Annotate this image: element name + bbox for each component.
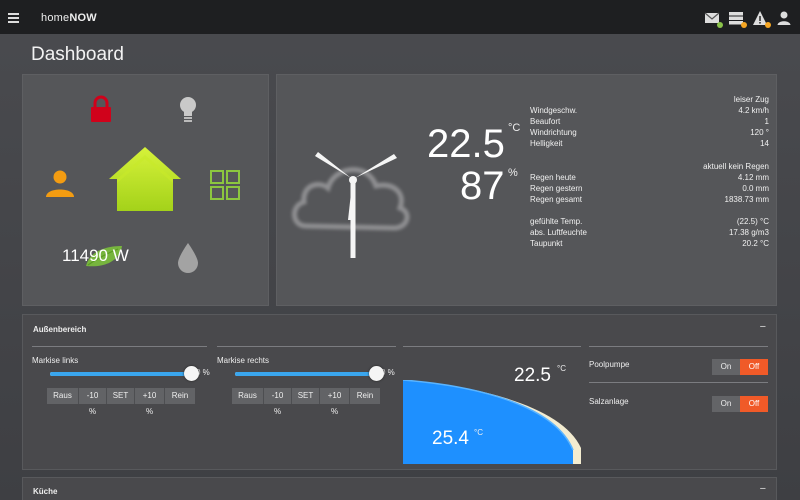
divider: [589, 346, 768, 347]
divider: [589, 382, 768, 383]
awning-left-buttons: Raus -10 % SET +10 % Rein: [47, 388, 195, 416]
divider: [403, 346, 581, 347]
current-humidity: 87: [460, 164, 505, 208]
weather-label: Regen gesamt: [530, 195, 583, 204]
weather-value: 20.2 °C: [742, 239, 769, 248]
user-icon[interactable]: [776, 10, 792, 26]
awning-plus-button[interactable]: +10 %: [135, 388, 165, 416]
pool-pump-switch[interactable]: On Off: [712, 359, 768, 375]
weather-label: Regen heute: [530, 173, 576, 182]
menu-icon[interactable]: [8, 13, 19, 23]
current-temperature: 22.5: [427, 122, 505, 166]
top-bar: homeNOW: [0, 0, 800, 34]
slider-fill: [235, 372, 378, 376]
awning-left-label: Markise links: [32, 356, 79, 365]
humidity-unit: %: [508, 167, 518, 179]
server-badge: [741, 22, 747, 28]
slider-thumb[interactable]: [184, 366, 199, 381]
section-title: Küche: [33, 487, 58, 496]
wind-turbine-icon: [292, 152, 410, 258]
awning-in-button[interactable]: Rein: [350, 388, 380, 404]
bulb-icon[interactable]: [178, 95, 198, 125]
power-value: 11490 W: [62, 246, 129, 265]
weather-value: 4.12 mm: [737, 173, 769, 182]
divider: [32, 346, 207, 347]
weather-value: 14: [760, 139, 769, 148]
section-title: Außenbereich: [33, 325, 87, 334]
collapse-toggle[interactable]: −: [760, 321, 766, 333]
pool-graphic: [403, 380, 581, 464]
awning-minus-button[interactable]: -10 %: [79, 388, 107, 416]
pool-air-temperature: 22.5: [514, 365, 551, 386]
slider-fill: [50, 372, 193, 376]
temperature-unit: °C: [508, 122, 521, 134]
awning-in-button[interactable]: Rein: [165, 388, 195, 404]
weather-value: 1838.73 mm: [724, 195, 769, 204]
awning-out-button[interactable]: Raus: [47, 388, 79, 404]
awning-out-button[interactable]: Raus: [232, 388, 264, 404]
switch-off[interactable]: Off: [740, 359, 768, 375]
slider-thumb[interactable]: [369, 366, 384, 381]
awning-right-buttons: Raus -10 % SET +10 % Rein: [232, 388, 380, 416]
server-icon[interactable]: [728, 10, 747, 28]
weather-label: Regen gestern: [530, 184, 583, 193]
weather-value: 0.0 mm: [742, 184, 769, 193]
brand-suffix: NOW: [69, 12, 97, 24]
weather-value: 4.2 km/h: [738, 106, 769, 115]
pool-pump-label: Poolpumpe: [589, 360, 630, 369]
awning-right-slider[interactable]: [235, 372, 378, 376]
salt-system-label: Salzanlage: [589, 397, 629, 406]
page-title: Dashboard: [31, 44, 124, 65]
warning-icon[interactable]: [752, 10, 771, 28]
divider: [217, 346, 396, 347]
pool-water-unit: °C: [474, 428, 483, 437]
mail-icon[interactable]: [704, 10, 723, 28]
weather-label: Beaufort: [530, 117, 561, 126]
weather-value: 1: [764, 117, 769, 126]
app-brand[interactable]: homeNOW: [41, 12, 97, 24]
awning-left-slider[interactable]: [50, 372, 193, 376]
awning-plus-button[interactable]: +10 %: [320, 388, 350, 416]
weather-value: 120 °: [750, 128, 769, 137]
house-icon[interactable]: [107, 145, 183, 213]
windows-icon[interactable]: [210, 170, 240, 200]
mail-badge: [717, 22, 723, 28]
brand-prefix: home: [41, 12, 70, 24]
weather-value: (22.5) °C: [736, 217, 769, 226]
kitchen-section: Küche −: [22, 477, 777, 500]
warning-badge: [765, 22, 771, 28]
person-icon[interactable]: [45, 168, 75, 198]
wind-status: leiser Zug: [733, 95, 769, 104]
awning-right-label: Markise rechts: [217, 356, 270, 365]
awning-set-button[interactable]: SET: [107, 388, 135, 404]
weather-label: abs. Luftfeuchte: [530, 228, 587, 237]
pool-water-temperature: 25.4: [432, 428, 469, 449]
drop-icon[interactable]: [177, 242, 199, 274]
weather-label: Windgeschw.: [530, 106, 578, 115]
rain-status: aktuell kein Regen: [703, 162, 769, 171]
weather-label: gefühlte Temp.: [530, 217, 583, 226]
pool-air-unit: °C: [557, 364, 566, 373]
weather-value: 17.38 g/m3: [728, 228, 769, 237]
weather-label: Windrichtung: [530, 128, 577, 137]
collapse-toggle[interactable]: −: [760, 483, 766, 495]
switch-off[interactable]: Off: [740, 396, 768, 412]
salt-system-switch[interactable]: On Off: [712, 396, 768, 412]
weather-label: Helligkeit: [530, 139, 563, 148]
switch-on[interactable]: On: [712, 396, 740, 412]
weather-label: Taupunkt: [530, 239, 563, 248]
switch-on[interactable]: On: [712, 359, 740, 375]
awning-set-button[interactable]: SET: [292, 388, 320, 404]
awning-minus-button[interactable]: -10 %: [264, 388, 292, 416]
lock-icon[interactable]: [89, 95, 113, 123]
